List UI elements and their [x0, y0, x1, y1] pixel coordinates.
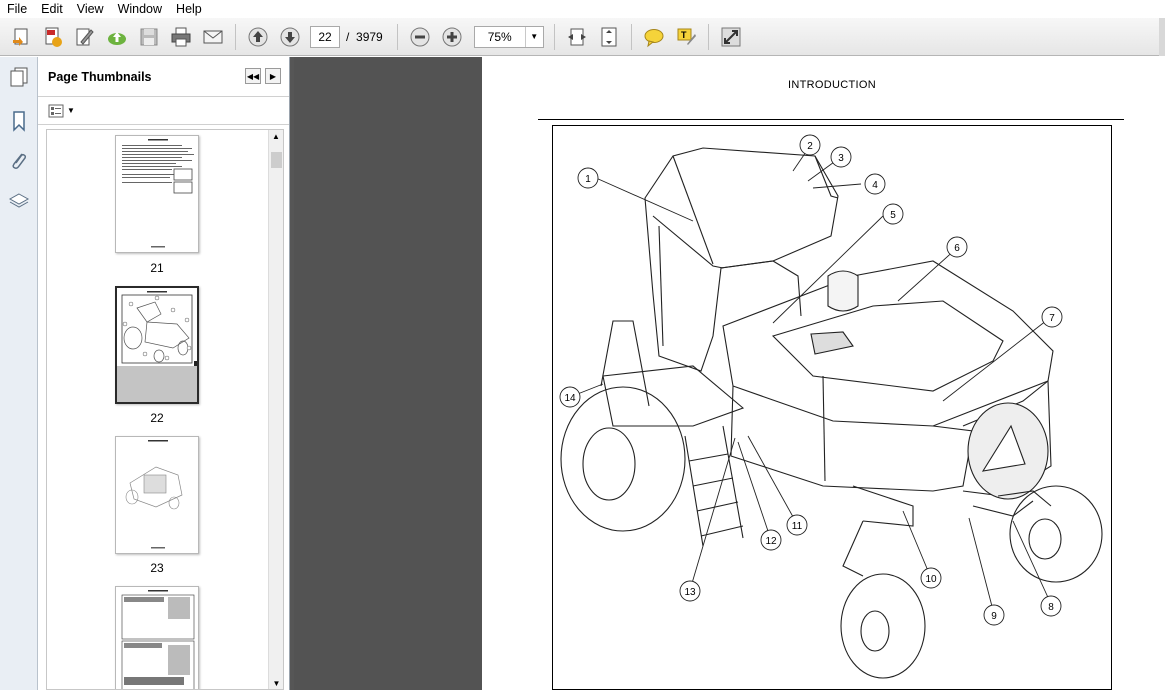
fit-width-icon[interactable]	[564, 24, 590, 50]
menu-bar: File Edit View Window Help	[0, 0, 1165, 18]
menu-window[interactable]: Window	[111, 0, 169, 18]
menu-edit[interactable]: Edit	[34, 0, 70, 18]
zoom-in-icon[interactable]	[439, 24, 465, 50]
callout-label: 14	[564, 393, 576, 404]
page-heading: INTRODUCTION	[788, 79, 876, 91]
prev-page-icon[interactable]	[245, 24, 271, 50]
callout-label: 4	[872, 180, 878, 191]
thumbnail-page-selected[interactable]	[115, 286, 199, 404]
thumbnail-list: 21 22 23 ▲ ▼	[46, 129, 284, 690]
print-icon[interactable]	[168, 24, 194, 50]
document-page: INTRODUCTION 1 2 3 4 5 6 7 8 9 10 11 12 …	[482, 57, 1165, 690]
callout-label: 6	[954, 243, 960, 254]
zoom-select[interactable]: 75% ▼	[473, 25, 544, 48]
options-icon[interactable]	[48, 103, 64, 119]
bookmark-icon[interactable]	[0, 101, 38, 141]
thumbnail-label: 21	[150, 261, 164, 275]
callout-label: 12	[765, 536, 777, 547]
zoom-value: 75%	[487, 29, 512, 44]
edit-icon[interactable]	[72, 24, 98, 50]
menu-view[interactable]: View	[70, 0, 111, 18]
document-viewport[interactable]: INTRODUCTION 1 2 3 4 5 6 7 8 9 10 11 12 …	[294, 57, 1165, 690]
toolbar-separator	[707, 23, 709, 50]
thumbnail-viewport-overlay	[117, 366, 197, 402]
callout-label: 13	[684, 587, 696, 598]
menu-help[interactable]: Help	[169, 0, 209, 18]
chevron-down-icon[interactable]: ▼	[524, 26, 543, 47]
scrollbar-thumb[interactable]	[271, 152, 282, 168]
highlight-icon[interactable]: T	[673, 24, 699, 50]
chevron-right-icon[interactable]: ▶	[265, 68, 281, 84]
fullscreen-icon[interactable]	[718, 24, 744, 50]
callout-label: 8	[1048, 602, 1054, 613]
heading-rule	[538, 119, 1124, 120]
thumbnails-panel: Page Thumbnails ◀◀ ▶ ▼ 21 22 23 ▲ ▼	[38, 57, 290, 690]
panel-title: Page Thumbnails	[48, 69, 152, 84]
toolbar-separator	[630, 23, 632, 50]
callout-label: 9	[991, 611, 997, 622]
callout-label: 7	[1049, 313, 1055, 324]
navigation-rail	[0, 57, 38, 690]
panel-header: Page Thumbnails ◀◀ ▶	[38, 57, 289, 97]
callout-label: 11	[792, 521, 803, 532]
save-icon[interactable]	[136, 24, 162, 50]
callout-label: 10	[925, 574, 937, 585]
thumbnail-page[interactable]	[115, 135, 199, 253]
thumbnail-label: 22	[150, 411, 164, 425]
page-thumbnails-icon[interactable]	[0, 57, 38, 97]
fit-page-icon[interactable]	[596, 24, 622, 50]
thumbnail-page[interactable]	[115, 436, 199, 554]
collapse-panel-button[interactable]: ◀◀	[245, 68, 261, 84]
svg-text:T: T	[681, 30, 687, 40]
thumbnail-page[interactable]	[115, 586, 199, 689]
thumbnail-label: 23	[150, 561, 164, 575]
page-number-input[interactable]: 22	[310, 25, 340, 48]
export-pdf-icon[interactable]	[40, 24, 66, 50]
chevron-down-icon[interactable]: ▼	[67, 106, 75, 115]
page-separator: /	[346, 29, 350, 44]
comment-icon[interactable]	[641, 24, 667, 50]
page-count: / 3979	[346, 30, 383, 44]
toolbar-separator	[396, 23, 398, 50]
toolbar-separator	[553, 23, 555, 50]
chevron-down-icon[interactable]: ▼	[269, 677, 283, 689]
layers-icon[interactable]	[0, 181, 38, 221]
create-icon[interactable]	[8, 24, 34, 50]
callout-label: 5	[890, 210, 896, 221]
panel-controls: ◀◀ ▶	[245, 68, 281, 84]
resize-handle[interactable]	[194, 361, 197, 366]
machine-illustration: 1 2 3 4 5 6 7 8 9 10 11 12 13 14	[559, 134, 1103, 679]
next-page-icon[interactable]	[277, 24, 303, 50]
upload-icon[interactable]	[104, 24, 130, 50]
page-total: 3979	[356, 29, 383, 44]
toolbar: 22 / 3979 75% ▼ T	[0, 18, 1165, 56]
toolbar-edge	[1159, 18, 1165, 56]
zoom-out-icon[interactable]	[407, 24, 433, 50]
callout-label: 3	[838, 153, 844, 164]
menu-file[interactable]: File	[0, 0, 34, 18]
toolbar-separator	[235, 23, 236, 50]
callout-label: 1	[585, 174, 591, 185]
panel-options: ▼	[38, 97, 289, 125]
callout-label: 2	[807, 141, 813, 152]
email-icon[interactable]	[200, 24, 226, 50]
chevron-up-icon[interactable]: ▲	[269, 130, 283, 144]
attachment-icon[interactable]	[0, 141, 38, 181]
figure-frame: 1 2 3 4 5 6 7 8 9 10 11 12 13 14	[552, 125, 1112, 690]
thumbnail-scrollbar[interactable]: ▲ ▼	[268, 130, 283, 689]
